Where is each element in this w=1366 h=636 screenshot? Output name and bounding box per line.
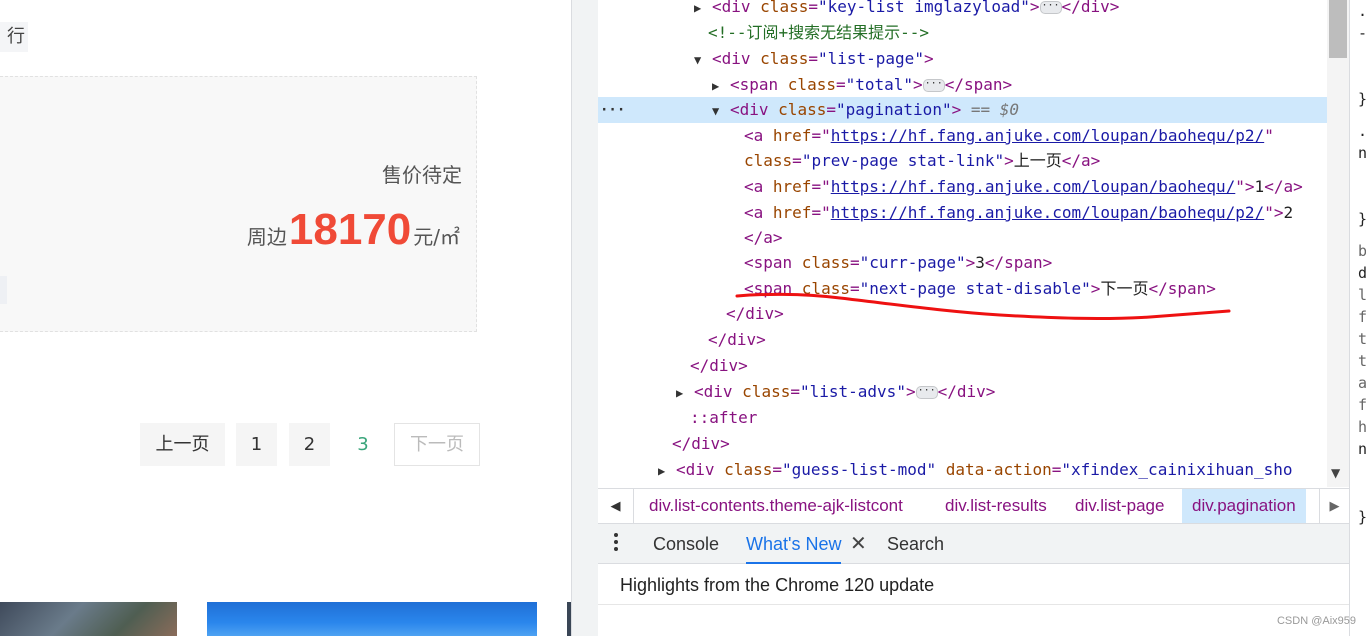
styles-rule-glyph: . bbox=[1358, 0, 1366, 22]
breadcrumb-scroll-right-icon[interactable]: ▶ bbox=[1319, 489, 1349, 523]
selected-node-marker: == $0 bbox=[961, 100, 1020, 119]
expand-triangle-icon[interactable]: ▶ bbox=[694, 0, 712, 21]
listing-card[interactable]: 售价待定 周边18170 元/㎡ bbox=[0, 76, 477, 332]
divider bbox=[598, 604, 1349, 605]
scroll-down-arrow-icon[interactable]: ▼ bbox=[1331, 466, 1340, 480]
web-page: 行 售价待定 周边18170 元/㎡ 上一页 1 2 3 下一页 bbox=[0, 0, 571, 636]
href-link[interactable]: https://hf.fang.anjuke.com/loupan/baoheq… bbox=[831, 177, 1236, 196]
dom-node-line[interactable]: ▶ <div class="key-list imglazyload"> ··· </… bbox=[598, 0, 1327, 20]
drawer-tab-bar: Console What's New ✕ Search bbox=[598, 524, 1349, 564]
styles-rule-glyph: } bbox=[1358, 208, 1366, 230]
tab-console[interactable]: Console bbox=[653, 524, 719, 564]
collapse-triangle-icon[interactable]: ▼ bbox=[712, 98, 730, 124]
price-prefix: 周边 bbox=[246, 225, 287, 249]
styles-rule-glyph: . bbox=[1358, 120, 1366, 142]
dom-node-line[interactable]: <span class="next-page stat-disable">下一页… bbox=[598, 276, 1327, 302]
dom-comment-line[interactable]: <!--订阅+搜索无结果提示--> bbox=[598, 20, 1327, 46]
dom-pseudo-line[interactable]: ::after bbox=[598, 405, 1327, 431]
dom-node-line[interactable]: ▼ <div class="list-page"> bbox=[598, 46, 1327, 72]
dom-node-line[interactable]: ▶ <div class="guess-list-mod" data-action… bbox=[598, 457, 1327, 483]
styles-rule-glyph: b bbox=[1358, 240, 1366, 262]
listing-image-thumbnail[interactable] bbox=[207, 602, 537, 636]
price-row: 周边18170 元/㎡ bbox=[247, 205, 460, 255]
price-unit: 元/㎡ bbox=[413, 225, 460, 249]
breadcrumb-item[interactable]: div.list-page bbox=[1065, 489, 1174, 523]
dom-node-line-selected[interactable]: ··· ▼ <div class="pagination"> == $0 bbox=[598, 97, 1327, 123]
styles-rule-glyph: f bbox=[1358, 394, 1366, 416]
collapsed-ellipsis-icon[interactable]: ··· bbox=[915, 386, 938, 399]
page-1-button[interactable]: 1 bbox=[236, 423, 277, 466]
collapsed-ellipsis-icon[interactable]: ··· bbox=[922, 79, 945, 92]
dom-node-line[interactable]: </div> bbox=[598, 353, 1327, 379]
price-status: 售价待定 bbox=[382, 163, 462, 187]
breadcrumb-scroll-left-icon[interactable]: ◀ bbox=[598, 489, 634, 523]
styles-rule-glyph: h bbox=[1358, 416, 1366, 438]
dom-node-line[interactable]: <a href="https://hf.fang.anjuke.com/loup… bbox=[598, 174, 1327, 200]
whats-new-panel: Highlights from the Chrome 120 update CS… bbox=[598, 565, 1356, 636]
expand-triangle-icon[interactable]: ▶ bbox=[676, 380, 694, 406]
breadcrumb: ◀ div.list-contents.theme-ajk-listcont d… bbox=[598, 488, 1349, 524]
dom-node-line[interactable]: <span class="curr-page">3</span> bbox=[598, 250, 1327, 276]
screenshot-root: 行 售价待定 周边18170 元/㎡ 上一页 1 2 3 下一页 ▶ <div cl… bbox=[0, 0, 1366, 636]
breadcrumb-item[interactable]: div.list-results bbox=[935, 489, 1057, 523]
nav-item-fragment[interactable]: 行 bbox=[0, 22, 28, 52]
breadcrumb-item[interactable]: div.list-contents.theme-ajk-listcont bbox=[639, 489, 913, 523]
close-tab-icon[interactable]: ✕ bbox=[850, 524, 867, 564]
tab-search[interactable]: Search bbox=[887, 524, 944, 564]
breadcrumb-item-active[interactable]: div.pagination bbox=[1182, 489, 1306, 523]
collapse-triangle-icon[interactable]: ▼ bbox=[694, 47, 712, 73]
dom-node-line[interactable]: <a href="https://hf.fang.anjuke.com/loup… bbox=[598, 123, 1327, 149]
dom-node-line[interactable]: ▶ <span class="total"> ··· </span> bbox=[598, 72, 1327, 98]
node-actions-ellipsis-icon[interactable]: ··· bbox=[600, 97, 625, 123]
styles-rule-glyph: f bbox=[1358, 306, 1366, 328]
styles-rule-glyph: n bbox=[1358, 142, 1366, 164]
dom-node-line[interactable]: ▶ <div class="list-advs"> ··· </div> bbox=[598, 379, 1327, 405]
current-page: 3 bbox=[357, 434, 369, 455]
styles-rule-glyph: } bbox=[1358, 506, 1366, 528]
tab-whats-new[interactable]: What's New bbox=[746, 524, 842, 564]
dom-node-line[interactable]: </div> bbox=[598, 431, 1327, 457]
card-side-strip bbox=[0, 276, 7, 304]
elements-tree: ▶ <div class="key-list imglazyload"> ··· </… bbox=[598, 0, 1327, 487]
scrollbar-thumb[interactable] bbox=[1329, 0, 1347, 58]
drawer-menu-icon[interactable] bbox=[614, 533, 620, 554]
dom-node-line[interactable]: </div> bbox=[598, 327, 1327, 353]
prev-page-button[interactable]: 上一页 bbox=[140, 423, 225, 466]
next-page-button-disabled: 下一页 bbox=[394, 423, 480, 466]
styles-rule-glyph: t bbox=[1358, 350, 1366, 372]
styles-rule-glyph: - bbox=[1358, 22, 1366, 44]
listing-image-thumbnail[interactable] bbox=[0, 602, 177, 636]
whats-new-heading[interactable]: Highlights from the Chrome 120 update bbox=[620, 575, 934, 596]
dom-node-line[interactable]: </div> bbox=[598, 301, 1327, 327]
styles-rule-glyph: l bbox=[1358, 284, 1366, 306]
elements-scrollbar[interactable]: ▼ bbox=[1327, 0, 1349, 487]
styles-rule-glyph: a bbox=[1358, 372, 1366, 394]
watermark: CSDN @Aix959 bbox=[1276, 615, 1356, 627]
href-link[interactable]: https://hf.fang.anjuke.com/loupan/baoheq… bbox=[831, 126, 1264, 145]
dom-node-line[interactable]: class="prev-page stat-link">上一页</a> bbox=[598, 148, 1327, 174]
collapsed-ellipsis-icon[interactable]: ··· bbox=[1039, 1, 1062, 14]
dom-node-line[interactable]: <a href="https://hf.fang.anjuke.com/loup… bbox=[598, 200, 1327, 226]
dom-node-line[interactable]: </a> bbox=[598, 225, 1327, 251]
styles-rule-glyph: } bbox=[1358, 88, 1366, 110]
expand-triangle-icon[interactable]: ▶ bbox=[712, 73, 730, 99]
styles-pane[interactable]: .-}.n}bdlfttafhn} bbox=[1349, 0, 1366, 636]
styles-rule-glyph: d bbox=[1358, 262, 1366, 284]
devtools-divider[interactable] bbox=[571, 0, 598, 636]
page-2-button[interactable]: 2 bbox=[289, 423, 330, 466]
styles-rule-glyph: n bbox=[1358, 438, 1366, 460]
href-link[interactable]: https://hf.fang.anjuke.com/loupan/baoheq… bbox=[831, 203, 1264, 222]
styles-rule-glyph: t bbox=[1358, 328, 1366, 350]
price-value: 18170 bbox=[288, 205, 412, 254]
expand-triangle-icon[interactable]: ▶ bbox=[658, 458, 676, 484]
